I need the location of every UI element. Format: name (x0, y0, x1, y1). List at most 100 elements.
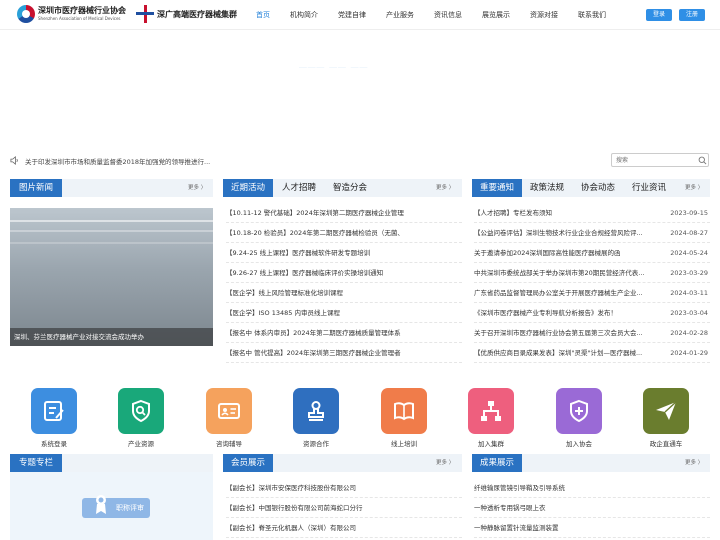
service-label[interactable]: 系统登录 (19, 438, 89, 448)
title-review-button[interactable]: 职称评审 (82, 498, 150, 518)
nav-party[interactable]: 党建自律 (338, 0, 386, 30)
ceiling-light (10, 230, 213, 232)
list-item[interactable]: 【医企学】线上风险管理标准化培训课程 (226, 283, 462, 303)
cluster-name: 深广高端医疗器械集群 (157, 9, 237, 19)
search-input[interactable] (612, 154, 696, 166)
list-item[interactable]: 【9.26-27 线上课程】医疗器械临床评价实操培训通知 (226, 263, 462, 283)
service-label[interactable]: 加入协会 (544, 438, 614, 448)
list-item[interactable]: 纤维输尿管镜引导鞘及引导系统 (474, 478, 710, 498)
cluster-logo[interactable]: 深广高端医疗器械集群 (136, 5, 237, 23)
table-row[interactable]: 《深圳市医疗器械产业专利导航分析报告》发布！ 2023-03-04 (474, 303, 710, 323)
columns-header: 专题专栏 (10, 454, 213, 472)
service-tile-join-association[interactable] (556, 388, 602, 434)
notice-date: 2024-01-29 (664, 343, 708, 362)
tab-recent-activities[interactable]: 近期活动 (223, 179, 273, 197)
members-title[interactable]: 会员展示 (223, 454, 273, 472)
medal-icon (96, 495, 106, 514)
login-button[interactable]: 登录 (646, 9, 672, 21)
columns-title[interactable]: 专题专栏 (10, 454, 62, 472)
list-item[interactable]: 【副会长】深圳市安保医疗科技股份有限公司 (226, 478, 462, 498)
list-item[interactable]: 一种静脉留置针流量监测装置 (474, 518, 710, 538)
list-item[interactable]: 【10.18-20 检验员】2024年第二期医疗器械检验员（无菌、 (226, 223, 462, 243)
table-row[interactable]: 关于邀请参加2024深圳国际高性能医疗器械展的函 2024-05-24 (474, 243, 710, 263)
list-item[interactable]: 【9.24-25 线上课程】医疗器械软件研发专题培训 (226, 243, 462, 263)
photo-news-more-link[interactable]: 更多 〉 (188, 179, 206, 197)
cluster-logo-icon (136, 5, 154, 23)
list-item[interactable]: 【10.11-12 警代基础】2024年深圳第二期医疗器械企业管理 (226, 203, 462, 223)
photo-news-caption[interactable]: 深圳、芬兰医疗器械产业对接交流会成功举办 (10, 328, 213, 346)
notice-date: 2023-09-15 (670, 209, 708, 217)
nav-exhibition[interactable]: 展览展示 (482, 0, 530, 30)
register-button[interactable]: 注册 (679, 9, 705, 21)
table-row[interactable]: 广东省药品监督管理局办公室关于开展医疗器械生产企业... 2024-03-11 (474, 283, 710, 303)
columns-panel: 职称评审 (10, 472, 213, 540)
list-item[interactable]: 【副会长】中国银行股份有限公司前海蛇口分行 (226, 498, 462, 518)
notice-title: 广东省药品监督管理局办公室关于开展医疗器械生产企业... (474, 289, 643, 297)
tab-industry-info[interactable]: 行业资讯 (632, 179, 666, 197)
nav-industry[interactable]: 产业服务 (386, 0, 434, 30)
search-box (611, 153, 709, 167)
service-tile-login[interactable] (31, 388, 77, 434)
site-header: 深圳市医疗器械行业协会 Shenzhen Association of Medi… (0, 0, 720, 30)
id-card-icon (218, 403, 240, 419)
list-item[interactable]: 【报名中 体系内审员】2024年第二期医疗器械质量管理体系 (226, 323, 462, 343)
service-label[interactable]: 线上培训 (369, 438, 439, 448)
association-name: 深圳市医疗器械行业协会 (38, 6, 126, 15)
service-tile-training[interactable] (381, 388, 427, 434)
table-row[interactable]: 【公益问卷评估】深圳生物技术行业企业合规经营风险评... 2024-08-27 (474, 223, 710, 243)
search-icon[interactable] (698, 156, 707, 165)
list-item[interactable]: 【副会长】脊圣元化机器人（深圳）有限公司 (226, 518, 462, 538)
service-label[interactable]: 咨询辅导 (194, 438, 264, 448)
notice-text[interactable]: 关于印发深圳市市场和质量监督委2018年加强党的领导推进行... (25, 156, 210, 166)
service-label[interactable]: 产业资源 (106, 438, 176, 448)
notices-more-link[interactable]: 更多 〉 (685, 179, 703, 197)
list-item[interactable]: 【报名中 管代提高】2024年深圳第三期医疗器械企业管理者 (226, 343, 462, 363)
association-name-en: Shenzhen Association of Medical Devices (38, 16, 121, 21)
service-label[interactable]: 加入集群 (456, 438, 526, 448)
tab-association-news[interactable]: 协会动态 (581, 179, 615, 197)
notice-date: 2024-05-24 (664, 243, 708, 262)
service-label[interactable]: 政企直通车 (631, 438, 701, 448)
achievements-title[interactable]: 成果展示 (472, 454, 522, 472)
notice-title: 【公益问卷评估】深圳生物技术行业企业合规经营风险评... (474, 229, 643, 237)
banner-watermark: ▔▔▔ ▔▔ ▔▔ (299, 67, 369, 73)
association-logo-icon (17, 5, 35, 23)
service-tile-consulting[interactable] (206, 388, 252, 434)
activities-more-link[interactable]: 更多 〉 (436, 179, 454, 197)
service-label[interactable]: 资源合作 (281, 438, 351, 448)
notice-date: 2024-08-27 (664, 223, 708, 242)
service-tile-gov-express[interactable] (643, 388, 689, 434)
paper-plane-icon (656, 401, 677, 420)
nav-home[interactable]: 首页 (256, 0, 290, 30)
speaker-icon (10, 156, 18, 165)
photo-news-title[interactable]: 图片新闻 (10, 179, 62, 197)
table-row[interactable]: 【优质供应商目录成果发表】深圳"灵渠"计划—医疗器械... 2024-01-29 (474, 343, 710, 363)
photo-news-image[interactable]: 深圳、芬兰医疗器械产业对接交流会成功举办 (10, 208, 213, 346)
table-row[interactable]: 中共深圳市委统战部关于举办深圳市第20期民营经济代表... 2023-03-29 (474, 263, 710, 283)
list-item[interactable]: 【医企学】ISO 13485 内审员线上课程 (226, 303, 462, 323)
tab-recruitment[interactable]: 人才招聘 (282, 179, 316, 197)
service-tile-join-cluster[interactable] (468, 388, 514, 434)
achievements-more-link[interactable]: 更多 〉 (685, 454, 703, 472)
table-row[interactable]: 关于召开深圳市医疗器械行业协会第五届第三次会员大会... 2024-02-28 (474, 323, 710, 343)
tab-important-notices[interactable]: 重要通知 (472, 179, 522, 197)
tab-manufacturing-branch[interactable]: 智造分会 (333, 179, 367, 197)
ceiling-light (10, 242, 213, 244)
table-row[interactable]: 【人才招聘】专栏发布须知 2023-09-15 (474, 203, 710, 223)
association-logo[interactable]: 深圳市医疗器械行业协会 Shenzhen Association of Medi… (17, 5, 126, 23)
activities-header: 近期活动 人才招聘 智造分会 更多 〉 (223, 179, 462, 197)
list-item[interactable]: 一种透析专用锅弓眼上衣 (474, 498, 710, 518)
notice-title: 《深圳市医疗器械产业专利导航分析报告》发布！ (474, 309, 617, 317)
nav-about[interactable]: 机构简介 (290, 0, 338, 30)
ceiling-light (10, 220, 213, 222)
service-tile-cooperation[interactable] (293, 388, 339, 434)
members-more-link[interactable]: 更多 〉 (436, 454, 454, 472)
hero-banner[interactable]: ▔▔▔ ▔▔ ▔▔ (0, 31, 720, 149)
nav-resources[interactable]: 资源对接 (530, 0, 578, 30)
photo-news-header: 图片新闻 更多 〉 (10, 179, 213, 197)
nav-news[interactable]: 资讯信息 (434, 0, 482, 30)
notice-title: 中共深圳市委统战部关于举办深圳市第20期民营经济代表... (474, 269, 645, 277)
service-tile-resources[interactable] (118, 388, 164, 434)
tab-policies[interactable]: 政策法规 (530, 179, 564, 197)
nav-contact[interactable]: 联系我们 (578, 0, 626, 30)
